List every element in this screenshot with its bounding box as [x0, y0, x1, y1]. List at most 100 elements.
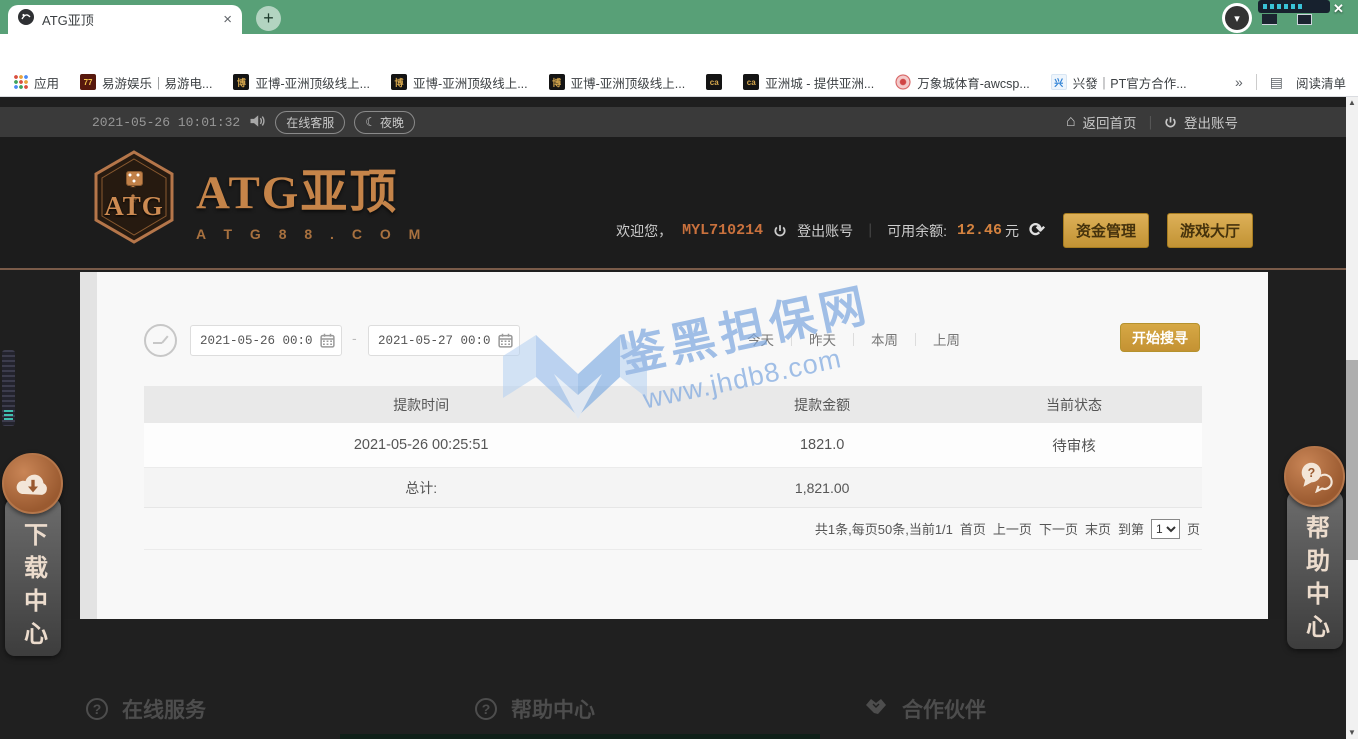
cell-time: 2021-05-26 00:25:51 [144, 437, 698, 453]
logo-title: ATG亚顶 [196, 153, 427, 222]
online-service-button[interactable]: 在线客服 [275, 111, 345, 134]
cloud-download-icon[interactable] [2, 453, 63, 514]
bookmark-label: 亚博-亚洲顶级线上... [413, 73, 528, 92]
browser-address-bar: ← → ⟳ atg158.com/user/record.shtml ☆ ⋮ [0, 34, 1358, 68]
bookmark-label: 万象城体育-awcsp... [917, 73, 1030, 92]
divider [1256, 74, 1257, 90]
window-maximize-button[interactable] [1297, 14, 1312, 25]
quick-link-yesterday[interactable]: 昨天 [792, 329, 853, 349]
help-chat-icon[interactable]: ? [1284, 446, 1345, 507]
page-last-link[interactable]: 末页 [1085, 519, 1111, 538]
media-control-button[interactable]: ▾ [1222, 3, 1252, 33]
page-first-link[interactable]: 首页 [960, 519, 986, 538]
remote-overlay-toolbar [1258, 0, 1330, 13]
bookmark-favicon: 兴 [1051, 74, 1067, 90]
clock-icon [144, 324, 177, 357]
bookmark-item[interactable]: 兴 兴發｜PT官方合作... [1051, 73, 1187, 92]
window-minimize-button[interactable] [1262, 14, 1277, 25]
logo-badge-text: ATG [90, 191, 178, 222]
download-center-widget[interactable]: 下载中心 [2, 453, 64, 656]
footer-col-title: 在线服务 [122, 694, 206, 724]
scroll-up-icon[interactable]: ▲ [1346, 97, 1358, 109]
page-prev-link[interactable]: 上一页 [993, 519, 1032, 538]
bookmark-item[interactable]: ca 亚洲城 - 提供亚洲... [743, 73, 874, 92]
side-ladder-widget[interactable] [2, 350, 15, 426]
panel-left-strip [80, 272, 97, 619]
site-header: ♣ ♣ ATG ATG亚顶 A T G 8 8 . C O M 欢迎您， MYL… [0, 137, 1346, 270]
total-amount: 1,821.00 [698, 480, 946, 496]
overlay-dashes-icon [1263, 4, 1305, 9]
footer-image-strip [340, 734, 820, 739]
bookmarks-bar: 应用 77 易游娱乐｜易游电... 博 亚博-亚洲顶级线上... 博 亚博-亚洲… [0, 68, 1358, 97]
svg-text:?: ? [1307, 466, 1315, 480]
balance-label: 可用余额: [887, 221, 947, 241]
table-row: 2021-05-26 00:25:51 1821.0 待审核 [144, 423, 1202, 468]
bookmarks-overflow-icon[interactable]: » [1235, 74, 1243, 90]
scrollbar-thumb[interactable] [1346, 360, 1358, 560]
bookmark-favicon [895, 74, 911, 90]
screen: ATG亚顶 × + ▾ ✕ ← → ⟳ atg158.com/user/reco… [0, 0, 1358, 739]
goto-page-prefix: 到第 [1118, 519, 1144, 538]
bookmark-favicon: 博 [391, 74, 407, 90]
help-center-widget[interactable]: ? 帮助中心 [1284, 446, 1346, 649]
balance-unit: 元 [1005, 221, 1019, 241]
total-label: 总计: [144, 478, 698, 498]
col-header-status: 当前状态 [946, 395, 1202, 415]
bookmark-favicon: ca [706, 74, 722, 90]
game-lobby-button[interactable]: 游戏大厅 [1167, 213, 1253, 248]
bookmark-apps[interactable]: 应用 [14, 73, 59, 92]
bookmark-label: 应用 [34, 73, 59, 92]
date-range-separator: - [352, 330, 357, 346]
record-panel: - 今天 昨天 本周 上周 开始搜寻 提款时间 提款金额 [80, 272, 1268, 619]
page-select[interactable]: 1 [1151, 519, 1180, 539]
side-ladder-teal-icon [4, 410, 13, 421]
search-button[interactable]: 开始搜寻 [1120, 323, 1200, 352]
bookmark-item[interactable]: 博 亚博-亚洲顶级线上... [391, 73, 528, 92]
refresh-balance-icon[interactable]: ⟳ [1029, 219, 1045, 242]
quick-link-today[interactable]: 今天 [730, 329, 791, 349]
calendar-icon[interactable] [320, 333, 335, 353]
moon-icon: ☾ [365, 115, 376, 129]
funds-management-button[interactable]: 资金管理 [1063, 213, 1149, 248]
bookmark-item[interactable]: 万象城体育-awcsp... [895, 73, 1030, 92]
footer-col-partners: 合作伙伴 [864, 619, 1253, 739]
bookmark-label: 兴發｜PT官方合作... [1073, 73, 1187, 92]
new-tab-button[interactable]: + [256, 6, 281, 31]
page-scrollbar[interactable]: ▲ ▼ [1346, 97, 1358, 739]
quick-link-last-week[interactable]: 上周 [916, 329, 977, 349]
night-mode-button[interactable]: ☾ 夜晚 [354, 111, 415, 134]
bookmark-label: 易游娱乐｜易游电... [102, 73, 212, 92]
header-logout-link[interactable]: 登出账号 [797, 221, 853, 241]
bookmark-item[interactable]: 77 易游娱乐｜易游电... [80, 73, 212, 92]
bookmark-favicon: 博 [549, 74, 565, 90]
scroll-down-icon[interactable]: ▼ [1346, 727, 1358, 739]
browser-tab-active[interactable]: ATG亚顶 × [8, 5, 242, 34]
quick-link-this-week[interactable]: 本周 [854, 329, 915, 349]
logo-hexagon-icon: ♣ ♣ ATG [90, 149, 178, 245]
datetime-text: 2021-05-26 10:01:32 [92, 115, 240, 130]
site-logo[interactable]: ♣ ♣ ATG ATG亚顶 A T G 8 8 . C O M [90, 149, 427, 245]
bookmark-item[interactable]: 博 亚博-亚洲顶级线上... [549, 73, 686, 92]
cell-status: 待审核 [946, 435, 1202, 456]
logout-link[interactable]: 登出账号 [1184, 112, 1238, 132]
reading-list-label[interactable]: 阅读清单 [1296, 73, 1346, 92]
back-home-link[interactable]: 返回首页 [1083, 112, 1137, 132]
footer-col-title: 合作伙伴 [902, 694, 986, 724]
home-icon: ⌂ [1066, 113, 1076, 131]
bookmark-label: 亚博-亚洲顶级线上... [571, 73, 686, 92]
handshake-icon [864, 696, 888, 722]
tab-favicon-icon [18, 9, 34, 30]
window-close-button[interactable]: ✕ [1333, 1, 1344, 17]
calendar-icon[interactable] [498, 333, 513, 353]
page-footer: ? 在线服务 ? 帮助中心 合作伙伴 [0, 619, 1346, 739]
web-page: 2021-05-26 10:01:32 在线客服 ☾ 夜晚 ⌂ 返回首页 ｜ 登… [0, 97, 1358, 739]
cell-amount: 1821.0 [698, 437, 946, 453]
tab-close-icon[interactable]: × [223, 11, 232, 28]
bookmark-label: 亚洲城 - 提供亚洲... [765, 73, 874, 92]
bookmark-item[interactable]: 博 亚博-亚洲顶级线上... [233, 73, 370, 92]
page-next-link[interactable]: 下一页 [1039, 519, 1078, 538]
pagination-summary: 共1条,每页50条,当前1/1 [815, 519, 953, 538]
bookmark-item[interactable]: ca [706, 74, 722, 90]
divider: ｜ [1144, 112, 1158, 132]
col-header-time: 提款时间 [144, 395, 698, 415]
